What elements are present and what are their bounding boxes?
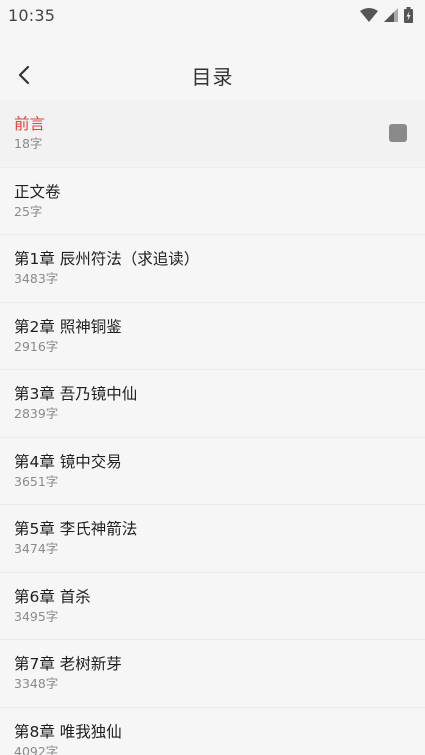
chapter-word-count: 3483字 — [14, 271, 59, 286]
status-bar: 10:35 — [0, 0, 425, 30]
app-bar: 目录 — [0, 48, 425, 102]
chapter-item[interactable]: 第8章 唯我独仙 4092字 — [0, 708, 425, 755]
chapter-item[interactable]: 第4章 镜中交易 3651字 — [0, 438, 425, 505]
chapter-word-count: 3348字 — [14, 676, 59, 691]
chapter-word-count: 2839字 — [14, 406, 59, 421]
chapter-title: 前言 — [14, 115, 46, 133]
chapter-item-current[interactable]: 前言 18字 — [0, 100, 425, 168]
chapter-title: 第5章 李氏神箭法 — [14, 520, 138, 538]
chapter-title: 正文卷 — [14, 182, 61, 201]
chapter-title: 第1章 辰州符法（求追读） — [14, 250, 200, 268]
wifi-icon — [360, 8, 378, 22]
chapter-item[interactable]: 第3章 吾乃镜中仙 2839字 — [0, 370, 425, 438]
chapter-word-count: 18字 — [14, 136, 43, 151]
chapter-title: 第8章 唯我独仙 — [14, 722, 122, 741]
chapter-word-count: 4092字 — [14, 743, 59, 755]
back-arrow-icon — [18, 65, 30, 85]
page-title: 目录 — [191, 64, 234, 89]
chapter-item[interactable]: 第6章 首杀 3495字 — [0, 573, 425, 640]
chapter-title: 第2章 照神铜鉴 — [14, 317, 122, 336]
chapter-title: 第7章 老树新芽 — [14, 655, 122, 673]
status-time: 10:35 — [8, 5, 56, 25]
chapter-item[interactable]: 第5章 李氏神箭法 3474字 — [0, 505, 425, 573]
chapter-item[interactable]: 第7章 老树新芽 3348字 — [0, 640, 425, 708]
chapter-item[interactable]: 第2章 照神铜鉴 2916字 — [0, 303, 425, 370]
chapter-list[interactable]: 前言 18字 正文卷 25字 第1章 辰州符法（求追读） 3483字 第2章 照… — [0, 100, 425, 755]
chapter-title: 第3章 吾乃镜中仙 — [14, 385, 138, 403]
chapter-word-count: 3651字 — [14, 473, 59, 489]
chapter-title: 第6章 首杀 — [14, 587, 91, 606]
chapter-item[interactable]: 正文卷 25字 — [0, 168, 425, 235]
back-button[interactable] — [8, 59, 40, 91]
chapter-word-count: 3495字 — [14, 608, 59, 624]
chapter-word-count: 25字 — [14, 203, 43, 219]
signal-icon — [384, 8, 398, 22]
chapter-title: 第4章 镜中交易 — [14, 452, 122, 471]
chapter-word-count: 2916字 — [14, 338, 59, 354]
cache-status-icon[interactable] — [389, 124, 407, 142]
chapter-item[interactable]: 第1章 辰州符法（求追读） 3483字 — [0, 235, 425, 303]
chapter-word-count: 3474字 — [14, 541, 59, 556]
battery-icon — [404, 7, 413, 23]
status-icons — [360, 7, 413, 23]
